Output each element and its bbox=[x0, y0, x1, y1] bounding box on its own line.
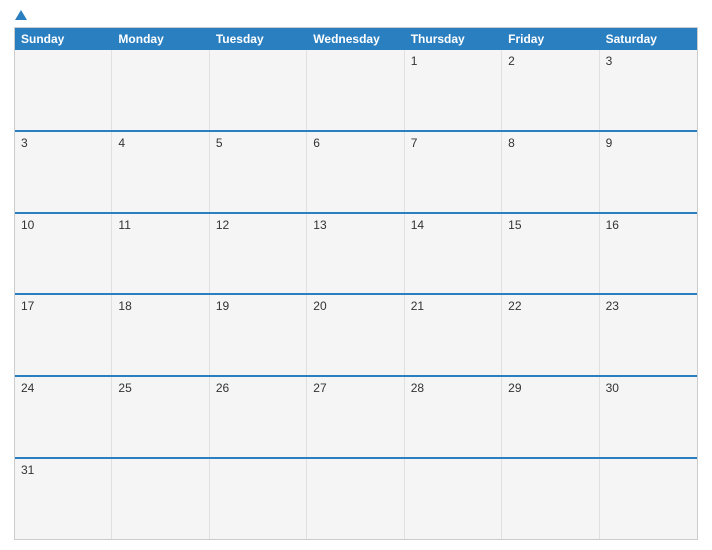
day-cell bbox=[112, 459, 209, 539]
day-cell: 24 bbox=[15, 377, 112, 457]
day-cell: 20 bbox=[307, 295, 404, 375]
day-cell: 14 bbox=[405, 214, 502, 294]
day-cell: 29 bbox=[502, 377, 599, 457]
day-cell bbox=[210, 459, 307, 539]
day-cell: 19 bbox=[210, 295, 307, 375]
day-header-thursday: Thursday bbox=[405, 28, 502, 50]
day-cell: 3 bbox=[15, 132, 112, 212]
day-number: 26 bbox=[216, 381, 300, 395]
day-cell: 17 bbox=[15, 295, 112, 375]
day-header-saturday: Saturday bbox=[600, 28, 697, 50]
day-number: 3 bbox=[606, 54, 691, 68]
day-cell: 18 bbox=[112, 295, 209, 375]
day-cell: 31 bbox=[15, 459, 112, 539]
day-number: 22 bbox=[508, 299, 592, 313]
day-number: 24 bbox=[21, 381, 105, 395]
day-number: 12 bbox=[216, 218, 300, 232]
day-headers-row: SundayMondayTuesdayWednesdayThursdayFrid… bbox=[15, 28, 697, 50]
day-cell: 11 bbox=[112, 214, 209, 294]
day-cell: 13 bbox=[307, 214, 404, 294]
logo-triangle-icon bbox=[15, 10, 27, 20]
day-cell: 4 bbox=[112, 132, 209, 212]
day-number: 8 bbox=[508, 136, 592, 150]
day-number: 9 bbox=[606, 136, 691, 150]
day-number: 10 bbox=[21, 218, 105, 232]
day-cell bbox=[307, 459, 404, 539]
day-cell: 22 bbox=[502, 295, 599, 375]
day-number: 17 bbox=[21, 299, 105, 313]
day-number: 27 bbox=[313, 381, 397, 395]
week-row-2: 10 11 12 13 14 15 16 bbox=[15, 212, 697, 294]
day-number: 18 bbox=[118, 299, 202, 313]
day-header-sunday: Sunday bbox=[15, 28, 112, 50]
day-number: 23 bbox=[606, 299, 691, 313]
day-cell: 25 bbox=[112, 377, 209, 457]
day-cell: 2 bbox=[502, 50, 599, 130]
week-row-1: 3456789 bbox=[15, 130, 697, 212]
day-number: 31 bbox=[21, 463, 105, 477]
calendar-grid: SundayMondayTuesdayWednesdayThursdayFrid… bbox=[14, 27, 698, 540]
day-cell bbox=[405, 459, 502, 539]
header bbox=[14, 10, 698, 21]
day-number: 15 bbox=[508, 218, 592, 232]
day-cell: 9 bbox=[600, 132, 697, 212]
day-cell: 26 bbox=[210, 377, 307, 457]
day-number: 3 bbox=[21, 136, 105, 150]
day-cell bbox=[112, 50, 209, 130]
day-cell: 15 bbox=[502, 214, 599, 294]
day-number: 25 bbox=[118, 381, 202, 395]
day-cell: 23 bbox=[600, 295, 697, 375]
day-cell: 7 bbox=[405, 132, 502, 212]
day-number: 6 bbox=[313, 136, 397, 150]
day-cell bbox=[600, 459, 697, 539]
day-number: 7 bbox=[411, 136, 495, 150]
day-number: 5 bbox=[216, 136, 300, 150]
day-number: 29 bbox=[508, 381, 592, 395]
day-cell: 10 bbox=[15, 214, 112, 294]
day-cell: 21 bbox=[405, 295, 502, 375]
day-header-monday: Monday bbox=[112, 28, 209, 50]
calendar-page: SundayMondayTuesdayWednesdayThursdayFrid… bbox=[0, 0, 712, 550]
day-header-tuesday: Tuesday bbox=[210, 28, 307, 50]
day-number: 19 bbox=[216, 299, 300, 313]
day-number: 2 bbox=[508, 54, 592, 68]
day-number: 20 bbox=[313, 299, 397, 313]
day-header-friday: Friday bbox=[502, 28, 599, 50]
day-cell: 6 bbox=[307, 132, 404, 212]
day-cell: 1 bbox=[405, 50, 502, 130]
day-cell: 5 bbox=[210, 132, 307, 212]
day-number: 11 bbox=[118, 218, 202, 232]
day-number: 1 bbox=[411, 54, 495, 68]
day-cell: 8 bbox=[502, 132, 599, 212]
day-number: 13 bbox=[313, 218, 397, 232]
day-number: 14 bbox=[411, 218, 495, 232]
day-cell bbox=[307, 50, 404, 130]
week-row-0: 123 bbox=[15, 50, 697, 130]
day-cell: 27 bbox=[307, 377, 404, 457]
day-number: 21 bbox=[411, 299, 495, 313]
logo bbox=[14, 10, 27, 21]
week-row-4: 24 25 26 27 28 29 30 bbox=[15, 375, 697, 457]
day-number: 30 bbox=[606, 381, 691, 395]
week-row-5: 31 bbox=[15, 457, 697, 539]
day-cell: 30 bbox=[600, 377, 697, 457]
day-number: 4 bbox=[118, 136, 202, 150]
calendar-weeks: 1233456789101112131415161718192021222324… bbox=[15, 50, 697, 539]
day-header-wednesday: Wednesday bbox=[307, 28, 404, 50]
week-row-3: 17 18 19 20 21 22 23 bbox=[15, 293, 697, 375]
day-cell bbox=[210, 50, 307, 130]
day-number: 28 bbox=[411, 381, 495, 395]
day-cell: 12 bbox=[210, 214, 307, 294]
day-cell: 28 bbox=[405, 377, 502, 457]
day-cell: 3 bbox=[600, 50, 697, 130]
day-cell: 16 bbox=[600, 214, 697, 294]
day-cell bbox=[502, 459, 599, 539]
day-cell bbox=[15, 50, 112, 130]
day-number: 16 bbox=[606, 218, 691, 232]
